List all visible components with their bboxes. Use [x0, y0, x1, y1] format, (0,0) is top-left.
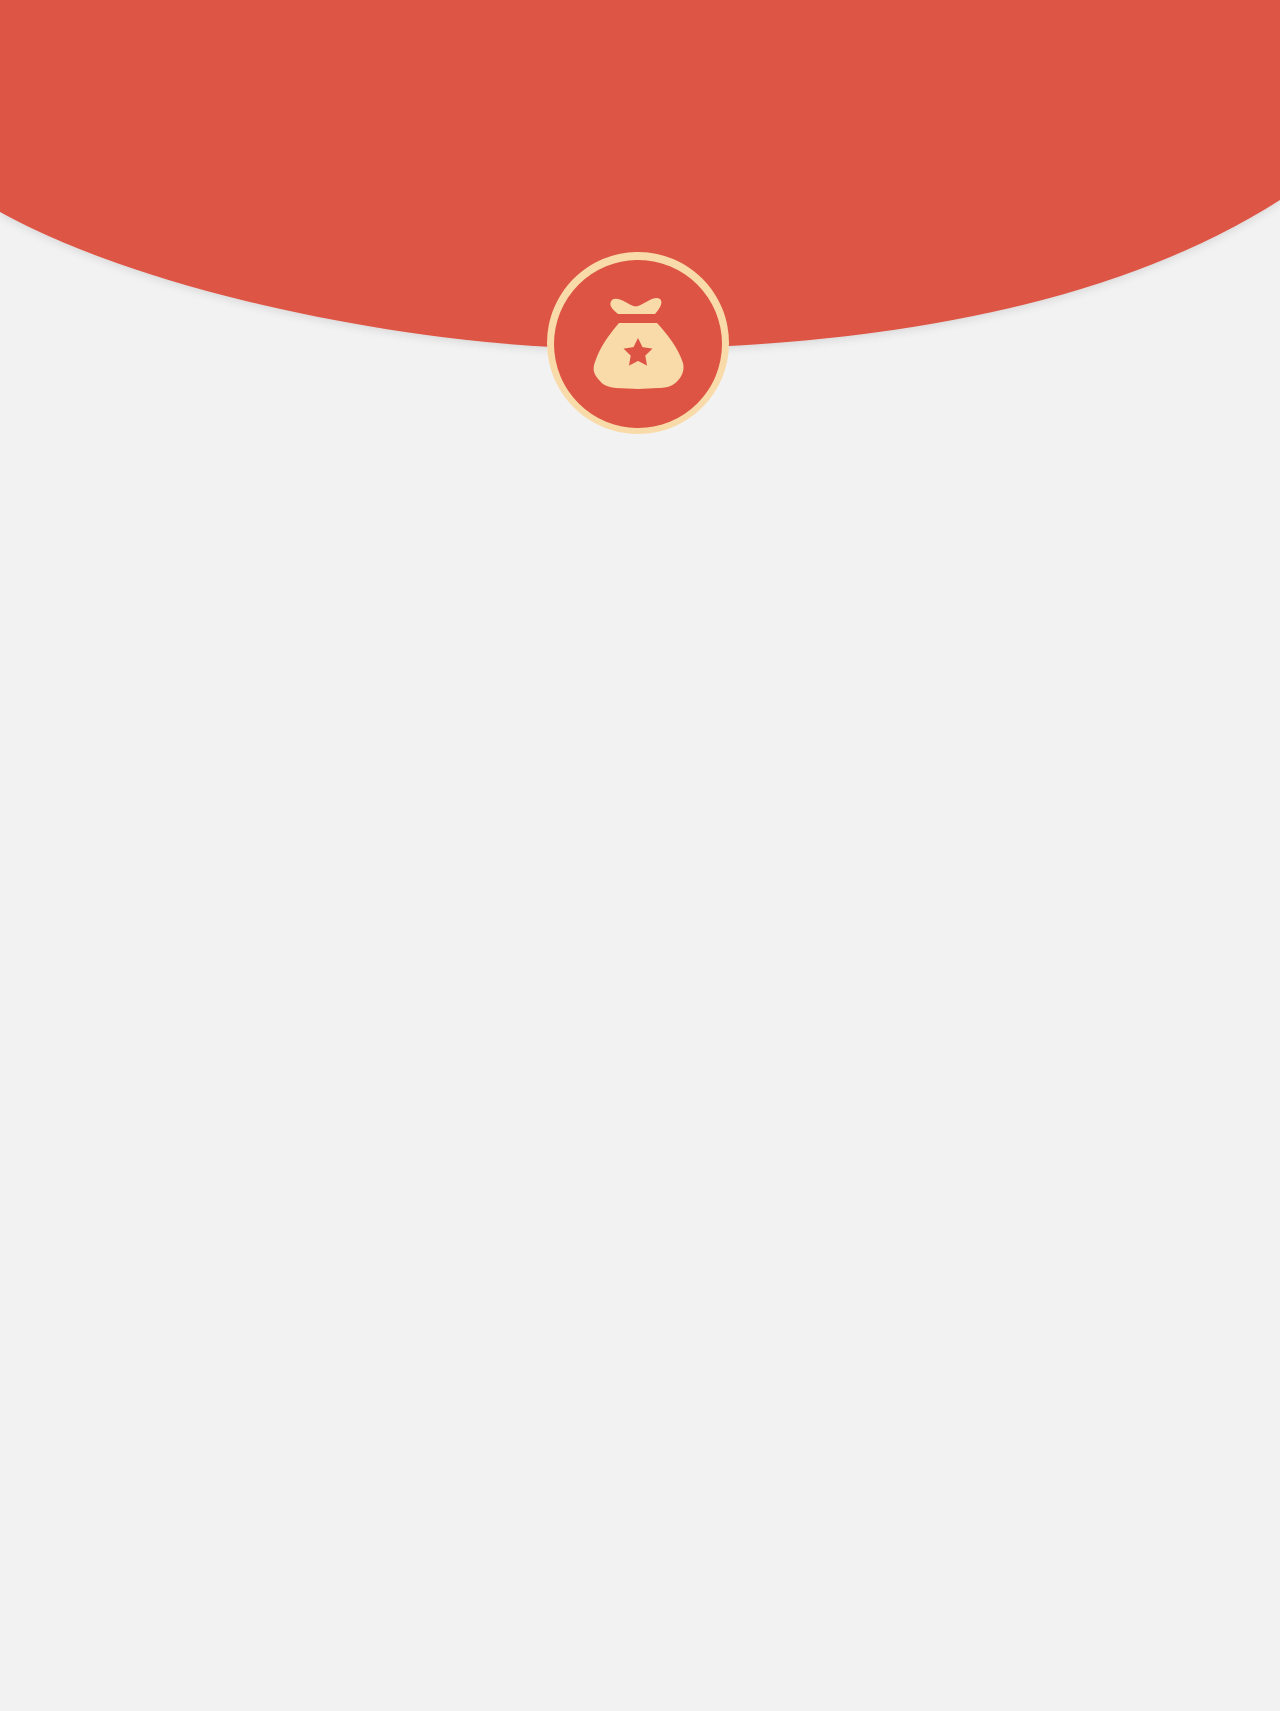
money-bag-star-icon	[547, 252, 729, 434]
page	[0, 0, 1280, 1711]
